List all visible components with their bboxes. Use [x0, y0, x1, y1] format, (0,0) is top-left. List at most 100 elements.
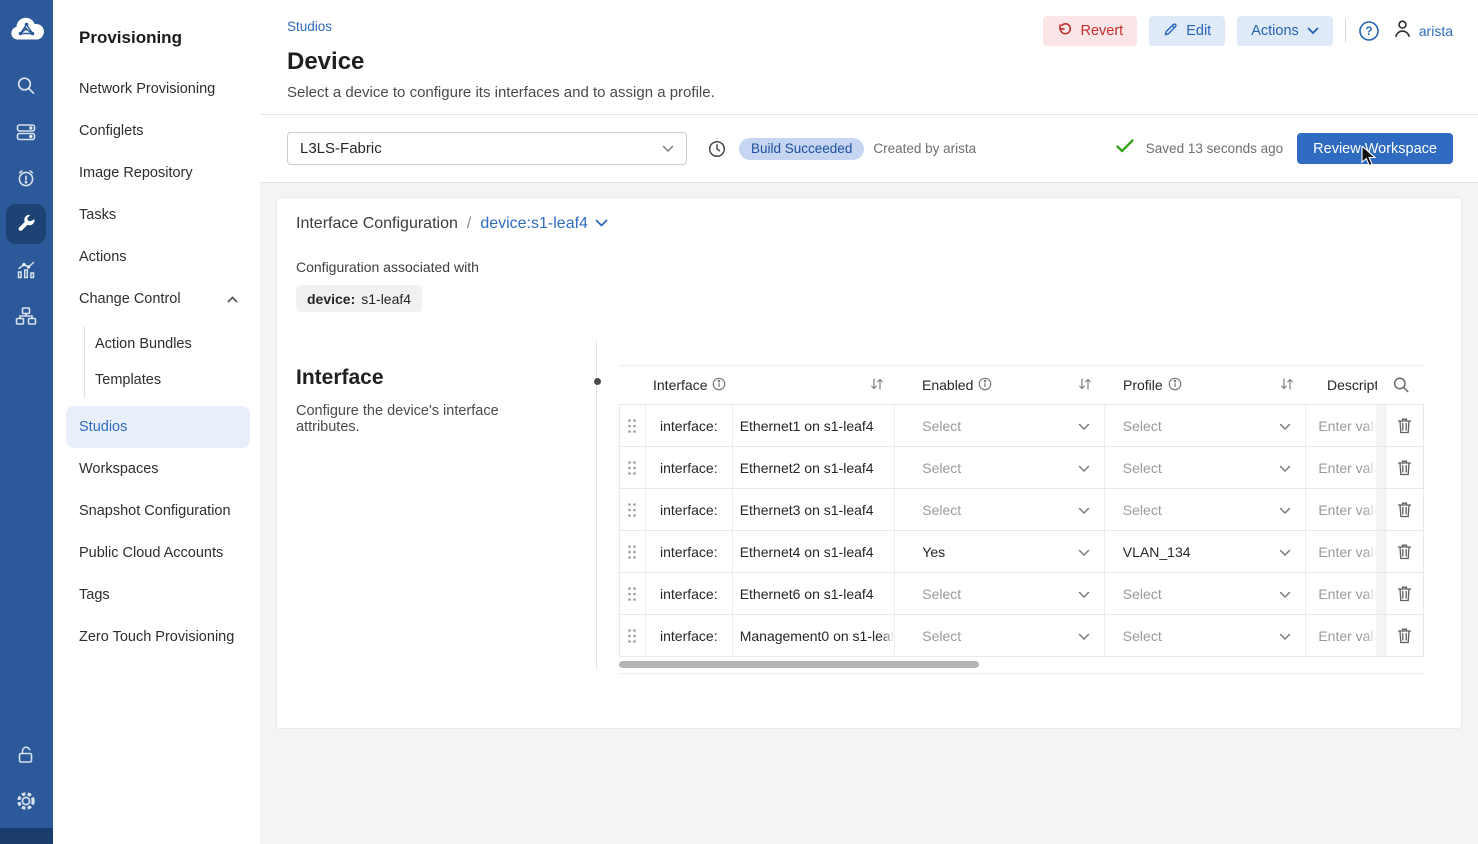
- description-input[interactable]: [1306, 586, 1376, 602]
- device-selector[interactable]: device:s1-leaf4: [480, 215, 608, 233]
- sidebar-item-change-control[interactable]: Change Control: [53, 278, 260, 320]
- profile-select[interactable]: Select: [1105, 405, 1307, 446]
- sidebar-item-public-cloud-accounts[interactable]: Public Cloud Accounts: [53, 532, 260, 574]
- dashboards-metrics-icon[interactable]: [6, 250, 46, 290]
- column-header-description[interactable]: Description: [1307, 377, 1377, 393]
- delete-row-button[interactable]: [1385, 615, 1423, 656]
- drag-handle[interactable]: [620, 573, 646, 614]
- interface-key-label: interface:: [646, 447, 733, 488]
- sidebar-item-actions[interactable]: Actions: [53, 236, 260, 278]
- history-clock-icon[interactable]: [708, 140, 726, 158]
- sidebar-item-image-repository[interactable]: Image Repository: [53, 152, 260, 194]
- profile-select[interactable]: Select: [1105, 489, 1307, 530]
- sidebar-item-tags[interactable]: Tags: [53, 574, 260, 616]
- delete-row-button[interactable]: [1385, 447, 1423, 488]
- enabled-select[interactable]: Select: [895, 615, 1105, 656]
- horizontal-scrollbar: [619, 661, 1424, 674]
- sidebar-item-configlets[interactable]: Configlets: [53, 110, 260, 152]
- delete-row-button[interactable]: [1385, 531, 1423, 572]
- delete-row-button[interactable]: [1385, 573, 1423, 614]
- sort-icon[interactable]: [869, 377, 885, 394]
- drag-handle[interactable]: [620, 615, 646, 656]
- breadcrumb-studios-link[interactable]: Studios: [287, 19, 332, 34]
- column-header-interface[interactable]: Interface: [619, 377, 895, 394]
- search-icon[interactable]: [6, 66, 46, 106]
- enabled-select[interactable]: Select: [895, 573, 1105, 614]
- info-icon[interactable]: [712, 377, 726, 394]
- interface-table: Interface Enabled: [619, 365, 1424, 674]
- table-search-icon[interactable]: [1377, 376, 1424, 394]
- sort-icon[interactable]: [1279, 377, 1295, 394]
- description-input[interactable]: [1306, 460, 1376, 476]
- description-input-cell: [1306, 447, 1376, 488]
- enabled-select[interactable]: Select: [895, 489, 1105, 530]
- sidebar-item-zero-touch-provisioning[interactable]: Zero Touch Provisioning: [53, 616, 260, 658]
- build-status-badge: Build Succeeded: [739, 138, 864, 160]
- chevron-down-icon: [1279, 460, 1291, 476]
- settings-gear-icon[interactable]: [6, 781, 46, 821]
- association-label: Configuration associated with: [296, 259, 1461, 275]
- page-title: Device: [287, 48, 1478, 76]
- sidebar-item-studios[interactable]: Studios: [66, 406, 250, 448]
- section-info: Interface Configure the device's interfa…: [296, 340, 596, 670]
- table-scroll-gutter: [1376, 405, 1385, 446]
- sidebar-item-tasks[interactable]: Tasks: [53, 194, 260, 236]
- workspace-select-value: L3LS-Fabric: [300, 140, 382, 157]
- sidebar-item-action-bundles[interactable]: Action Bundles: [85, 326, 260, 362]
- enabled-select[interactable]: Select: [895, 447, 1105, 488]
- sidebar-item-templates[interactable]: Templates: [85, 362, 260, 398]
- profile-select[interactable]: VLAN_134: [1105, 531, 1307, 572]
- drag-handle[interactable]: [620, 489, 646, 530]
- events-alarm-icon[interactable]: [6, 158, 46, 198]
- actions-dropdown-button[interactable]: Actions: [1237, 16, 1333, 46]
- interface-value: Ethernet3 on s1-leaf4: [733, 489, 896, 530]
- workspace-select[interactable]: L3LS-Fabric: [287, 132, 687, 165]
- sidebar-item-network-provisioning[interactable]: Network Provisioning: [53, 68, 260, 110]
- provisioning-wrench-icon[interactable]: [6, 204, 46, 244]
- info-icon[interactable]: [1168, 377, 1182, 394]
- delete-row-button[interactable]: [1385, 405, 1423, 446]
- description-input[interactable]: [1306, 628, 1376, 644]
- table-scroll-gutter: [1376, 489, 1385, 530]
- devices-icon[interactable]: [6, 112, 46, 152]
- chevron-down-icon: [1078, 586, 1090, 602]
- chevron-down-icon: [1279, 544, 1291, 560]
- user-menu[interactable]: arista: [1392, 18, 1453, 44]
- drag-handle[interactable]: [620, 531, 646, 572]
- sidebar-item-workspaces[interactable]: Workspaces: [53, 448, 260, 490]
- description-input[interactable]: [1306, 544, 1376, 560]
- interface-value: Ethernet2 on s1-leaf4: [733, 447, 896, 488]
- description-input[interactable]: [1306, 418, 1376, 434]
- profile-select[interactable]: Select: [1105, 573, 1307, 614]
- drag-handle[interactable]: [620, 447, 646, 488]
- enabled-select[interactable]: Yes: [895, 531, 1105, 572]
- revert-button[interactable]: Revert: [1043, 16, 1137, 46]
- info-icon[interactable]: [978, 377, 992, 394]
- description-input[interactable]: [1306, 502, 1376, 518]
- chevron-down-icon: [1078, 460, 1090, 476]
- pencil-icon: [1163, 22, 1178, 41]
- profile-select[interactable]: Select: [1105, 447, 1307, 488]
- drag-handle[interactable]: [620, 405, 646, 446]
- svg-text:?: ?: [1365, 26, 1372, 38]
- column-header-enabled[interactable]: Enabled: [895, 377, 1105, 394]
- enabled-select[interactable]: Select: [895, 405, 1105, 446]
- review-workspace-button[interactable]: Review Workspace: [1297, 133, 1453, 164]
- page-subtitle: Select a device to configure its interfa…: [287, 84, 1478, 101]
- chevron-down-icon: [595, 215, 608, 233]
- cloudvision-logo-icon[interactable]: [8, 14, 45, 51]
- sidebar-item-snapshot-configuration[interactable]: Snapshot Configuration: [53, 490, 260, 532]
- table-header-row: Interface Enabled: [619, 365, 1424, 405]
- sort-icon[interactable]: [1077, 377, 1093, 394]
- provisioning-sidebar: Provisioning Network Provisioning Config…: [53, 0, 260, 844]
- edit-button[interactable]: Edit: [1149, 16, 1225, 46]
- change-control-sublist: Action Bundles Templates: [84, 326, 260, 398]
- horizontal-scrollbar-thumb[interactable]: [619, 661, 979, 668]
- delete-row-button[interactable]: [1385, 489, 1423, 530]
- topology-icon[interactable]: [6, 296, 46, 336]
- table-scroll-gutter: [1376, 573, 1385, 614]
- lock-icon[interactable]: [6, 735, 46, 775]
- column-header-profile[interactable]: Profile: [1105, 377, 1307, 394]
- profile-select[interactable]: Select: [1105, 615, 1307, 656]
- help-icon[interactable]: ?: [1358, 20, 1380, 42]
